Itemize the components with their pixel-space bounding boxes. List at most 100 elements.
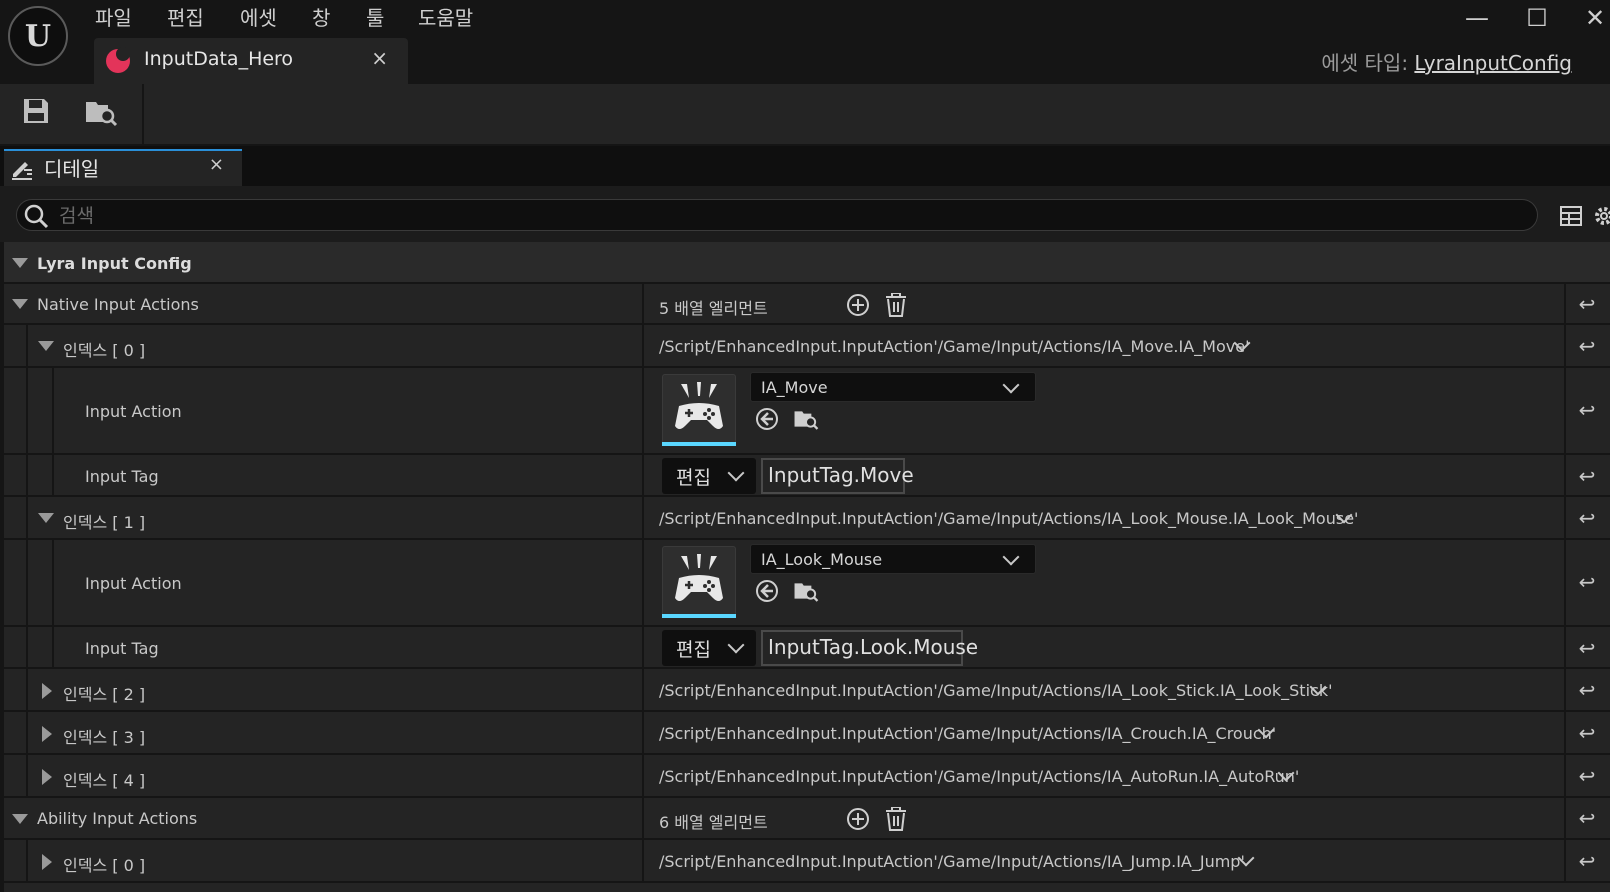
expand-arrow-icon[interactable] [38, 513, 54, 523]
reset-to-default-icon[interactable]: ↩ [1572, 464, 1602, 488]
next-row-partial [4, 883, 1610, 892]
reset-to-default-icon[interactable]: ↩ [1572, 678, 1602, 702]
native-input-actions-row: Native Input Actions 5 배열 엘리먼트 ↩ [4, 284, 1610, 325]
reset-to-default-icon[interactable]: ↩ [1572, 764, 1602, 788]
expand-arrow-icon[interactable] [42, 769, 52, 785]
gear-icon[interactable] [1592, 204, 1610, 228]
gameplay-tag[interactable]: InputTag.Move [761, 458, 914, 494]
details-edit-icon [12, 162, 32, 180]
index-label: 인덱스 [ 2 ] [63, 685, 146, 704]
minimize-button[interactable]: — [1462, 4, 1492, 32]
index-label: 인덱스 [ 0 ] [63, 856, 146, 875]
reset-to-default-icon[interactable]: ↩ [1572, 334, 1602, 358]
expand-arrow-icon[interactable] [38, 341, 54, 351]
table-view-icon[interactable] [1559, 204, 1583, 228]
native-index-3-row: 인덱스 [ 3 ] /Script/EnhancedInput.InputAct… [4, 712, 1610, 755]
index-label: 인덱스 [ 3 ] [63, 728, 146, 747]
ability-input-actions-row: Ability Input Actions 6 배열 엘리먼트 ↩ [4, 798, 1610, 840]
asset-path: /Script/EnhancedInput.InputAction'/Game/… [659, 337, 1250, 356]
asset-path: /Script/EnhancedInput.InputAction'/Game/… [659, 681, 1333, 700]
asset-picker-value: IA_Look_Mouse [761, 550, 883, 569]
reset-to-default-icon[interactable]: ↩ [1572, 636, 1602, 660]
close-tab-button[interactable]: × [371, 46, 388, 70]
expand-arrow-icon[interactable] [12, 258, 28, 268]
use-selected-arrow-icon[interactable] [755, 407, 779, 431]
edit-tag-button[interactable]: 편집 [662, 458, 756, 494]
reset-to-default-icon[interactable]: ↩ [1572, 292, 1602, 316]
close-window-button[interactable]: ✕ [1580, 4, 1610, 32]
index-label: 인덱스 [ 1 ] [63, 513, 146, 532]
trash-icon[interactable] [885, 807, 907, 831]
add-element-icon[interactable] [846, 807, 870, 831]
index-label: 인덱스 [ 0 ] [63, 341, 146, 360]
save-icon[interactable] [22, 97, 50, 125]
expand-arrow-icon[interactable] [42, 683, 52, 699]
reset-to-default-icon[interactable]: ↩ [1572, 721, 1602, 745]
input-action-label: Input Action [85, 574, 182, 593]
expand-arrow-icon[interactable] [42, 854, 52, 870]
edit-tag-label: 편집 [676, 639, 711, 661]
gameplay-tag-value: InputTag.Look.Mouse [768, 635, 979, 659]
menu-edit[interactable]: 편집 [167, 2, 204, 31]
chevron-down-icon [1002, 376, 1020, 394]
input-tag-label: Input Tag [85, 467, 159, 486]
chevron-down-icon [727, 464, 745, 482]
asset-picker-combo[interactable]: IA_Move [750, 372, 1036, 402]
reset-to-default-icon[interactable]: ↩ [1572, 806, 1602, 830]
add-element-icon[interactable] [846, 293, 870, 317]
chevron-down-icon [727, 636, 745, 654]
native-index-4-row: 인덱스 [ 4 ] /Script/EnhancedInput.InputAct… [4, 755, 1610, 798]
menu-window[interactable]: 창 [312, 2, 330, 31]
asset-picker-combo[interactable]: IA_Look_Mouse [750, 544, 1036, 574]
toolbar [0, 84, 1610, 144]
unreal-logo-icon[interactable]: U [8, 6, 68, 66]
native-index-0-row: 인덱스 [ 0 ] /Script/EnhancedInput.InputAct… [4, 325, 1610, 368]
edit-tag-button[interactable]: 편집 [662, 630, 756, 666]
asset-type-link[interactable]: LyraInputConfig [1414, 51, 1572, 75]
asset-type-prefix: 에셋 타입: [1321, 51, 1409, 75]
search-input[interactable] [57, 203, 1521, 229]
document-tab-label: InputData_Hero [144, 48, 294, 70]
native-0-input-action-row: Input Action IA_Move ↩ [4, 368, 1610, 455]
asset-path: /Script/EnhancedInput.InputAction'/Game/… [659, 724, 1277, 743]
gameplay-tag[interactable]: InputTag.Look.Mouse [761, 630, 978, 666]
asset-type: 에셋 타입: LyraInputConfig [1321, 47, 1572, 76]
gamepad-icon [675, 554, 723, 601]
index-label: 인덱스 [ 4 ] [63, 771, 146, 790]
array-count: 5 배열 엘리먼트 [659, 299, 768, 318]
menu-tools[interactable]: 툴 [366, 2, 384, 31]
expand-arrow-icon[interactable] [42, 726, 52, 742]
maximize-button[interactable]: ☐ [1522, 4, 1552, 32]
native-1-input-tag-row: Input Tag 편집 InputTag.Look.Mouse ↩ [4, 627, 1610, 669]
trash-icon[interactable] [885, 293, 907, 317]
search-icon [24, 204, 49, 229]
asset-thumbnail[interactable] [662, 546, 736, 618]
reset-to-default-icon[interactable]: ↩ [1572, 570, 1602, 594]
asset-path: /Script/EnhancedInput.InputAction'/Game/… [659, 852, 1245, 871]
asset-path: /Script/EnhancedInput.InputAction'/Game/… [659, 767, 1300, 786]
native-1-input-action-row: Input Action IA_Look_Mouse ↩ [4, 540, 1610, 627]
menu-asset[interactable]: 에셋 [240, 2, 277, 31]
asset-thumbnail[interactable] [662, 374, 736, 446]
asset-type-color-bar [662, 442, 736, 446]
menu-file[interactable]: 파일 [95, 2, 132, 31]
reset-to-default-icon[interactable]: ↩ [1572, 398, 1602, 422]
native-0-input-tag-row: Input Tag 편집 InputTag.Move ↩ [4, 455, 1610, 497]
reset-to-default-icon[interactable]: ↩ [1572, 849, 1602, 873]
expand-arrow-icon[interactable] [12, 299, 28, 309]
gameplay-tag-value: InputTag.Move [768, 463, 914, 487]
tab-details-label: 디테일 [44, 157, 100, 181]
close-details-tab-button[interactable]: × [209, 154, 224, 175]
browse-asset-icon[interactable] [84, 96, 118, 128]
use-selected-arrow-icon[interactable] [755, 579, 779, 603]
edit-tag-label: 편집 [676, 467, 711, 489]
tab-details[interactable]: 디테일 × [4, 149, 242, 186]
browse-asset-icon[interactable] [793, 406, 819, 432]
browse-asset-icon[interactable] [793, 578, 819, 604]
expand-arrow-icon[interactable] [12, 814, 28, 824]
native-index-1-row: 인덱스 [ 1 ] /Script/EnhancedInput.InputAct… [4, 497, 1610, 540]
category-lyra-input-config[interactable]: Lyra Input Config [4, 242, 1610, 284]
document-tab[interactable]: InputData_Hero × [94, 38, 408, 84]
reset-to-default-icon[interactable]: ↩ [1572, 506, 1602, 530]
menu-help[interactable]: 도움말 [418, 2, 473, 31]
